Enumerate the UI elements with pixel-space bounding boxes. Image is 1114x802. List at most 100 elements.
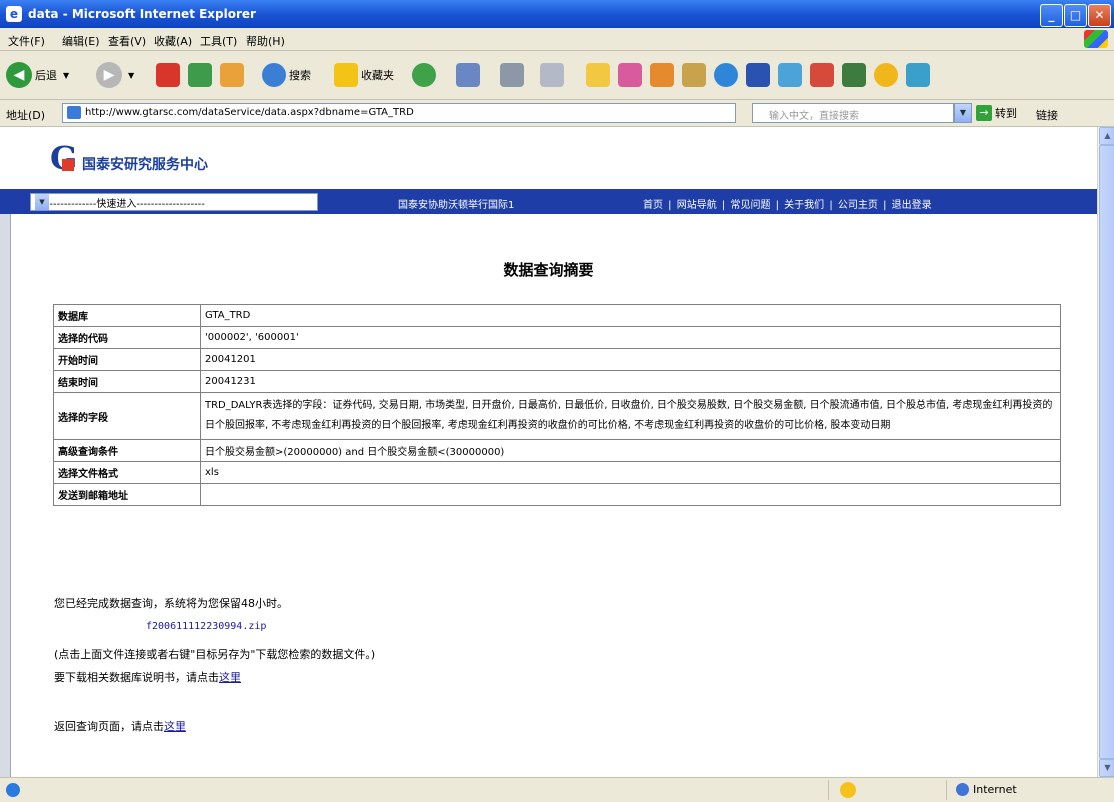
history-icon (412, 63, 436, 87)
scroll-down-icon[interactable]: ▼ (1099, 759, 1114, 777)
stop-button[interactable] (156, 59, 180, 91)
tool-button-6[interactable] (842, 59, 866, 91)
star-icon (334, 63, 358, 87)
table-row: 选择的字段 TRD_DALYR表选择的字段：证券代码, 交易日期, 市场类型, 日… (53, 392, 1061, 440)
close-button[interactable]: ✕ (1088, 4, 1111, 27)
mail-icon (456, 63, 480, 87)
left-frame-strip (0, 214, 11, 777)
table-row: 选择的代码 '000002', '600001' (53, 326, 1061, 349)
scroll-up-icon[interactable]: ▲ (1099, 127, 1114, 145)
toolbar-search-input[interactable]: 输入中文，直接搜索 (752, 103, 954, 123)
tool-icon (682, 63, 706, 87)
refresh-button[interactable] (188, 59, 212, 91)
quick-access-select[interactable]: -----------------快速进入-------------------… (30, 193, 318, 211)
completion-message: 您已经完成数据查询，系统将为您保留48小时。 (54, 597, 288, 610)
back-arrow-icon: ◀ (6, 62, 32, 88)
menu-tools[interactable]: 工具(T) (200, 33, 237, 49)
folder-icon (586, 63, 610, 87)
back-button[interactable]: ◀ 后退 ▼ (6, 59, 69, 91)
download-zip-link[interactable]: f2006111122309​94.zip (146, 621, 266, 632)
security-zone: Internet (956, 783, 1017, 796)
menu-view[interactable]: 查看(V) (108, 33, 146, 49)
home-button[interactable] (220, 59, 244, 91)
address-url: http://www.gtarsc.com/dataService/data.a… (85, 107, 414, 118)
status-divider (828, 780, 829, 800)
status-bar: Internet (0, 777, 1114, 802)
tool-icon (746, 63, 770, 87)
vertical-scrollbar[interactable]: ▲ ▼ (1097, 127, 1114, 777)
chevron-down-icon[interactable]: ▼ (954, 103, 972, 123)
tool-icon (714, 63, 738, 87)
title-bar: e data - Microsoft Internet Explorer _ □… (0, 0, 1114, 28)
table-row: 数据库 GTA_TRD (53, 304, 1061, 327)
windows-logo-icon (1084, 30, 1108, 48)
menu-edit[interactable]: 编辑(E) (62, 33, 100, 49)
maximize-button[interactable]: □ (1064, 4, 1087, 27)
back-line: 返回查询页面，请点击这里 (54, 720, 186, 733)
globe-icon (956, 783, 969, 796)
tool-button-3[interactable] (746, 59, 770, 91)
doc-here-link[interactable]: 这里 (219, 671, 241, 684)
qq-icon (650, 63, 674, 87)
chevron-down-icon: ▼ (128, 70, 135, 80)
download-hint: (点击上面文件连接或者右键"目标另存为"下载您检索的数据文件。) (54, 648, 376, 661)
edit-icon (540, 63, 564, 87)
refresh-icon (188, 63, 212, 87)
browser-window: e data - Microsoft Internet Explorer _ □… (0, 0, 1114, 802)
tool-button-1[interactable] (682, 59, 706, 91)
table-row: 开始时间 20041201 (53, 348, 1061, 371)
site-banner: G 国泰安研究服务中心 (0, 127, 1097, 189)
address-bar: 地址(D) http://www.gtarsc.com/dataService/… (0, 100, 1114, 127)
forward-button[interactable]: ▶ ▼ (96, 59, 134, 91)
scroll-thumb[interactable] (1099, 145, 1114, 759)
address-input[interactable]: http://www.gtarsc.com/dataService/data.a… (62, 103, 736, 123)
messenger-button[interactable] (618, 59, 642, 91)
page-content: G 国泰安研究服务中心 -----------------快速进入-------… (0, 127, 1097, 777)
logo-icon: G (50, 139, 78, 177)
home-icon (220, 63, 244, 87)
stop-icon (156, 63, 180, 87)
folder-button[interactable] (586, 59, 610, 91)
tool-icon (906, 63, 930, 87)
status-divider (946, 780, 947, 800)
back-here-link[interactable]: 这里 (164, 720, 186, 733)
address-label: 地址(D) (6, 109, 46, 122)
chevron-down-icon: ▼ (35, 194, 49, 210)
table-row: 高级查询条件 日个股交易金额>(20000000) and 日个股交易金额<(30… (53, 439, 1061, 462)
history-button[interactable] (412, 59, 436, 91)
doc-download-line: 要下载相关数据库说明书，请点击这里 (54, 671, 241, 684)
menu-help[interactable]: 帮助(H) (246, 33, 285, 49)
go-arrow-icon: → (976, 105, 992, 121)
qq-button[interactable] (650, 59, 674, 91)
search-button[interactable]: 搜索 (262, 59, 311, 91)
smiley-icon (874, 63, 898, 87)
tool-icon (778, 63, 802, 87)
nav-links[interactable]: 首页 | 网站导航 | 常见问题 | 关于我们 | 公司主页 | 退出登录 (643, 196, 932, 211)
logo-text: 国泰安研究服务中心 (82, 157, 208, 173)
promo-link[interactable]: 国泰安协助沃顿举行国际1 (398, 196, 514, 211)
toolbar: ◀ 后退 ▼ ▶ ▼ 搜索 收藏夹 (0, 51, 1114, 100)
tool-button-8[interactable] (906, 59, 930, 91)
go-button[interactable]: → 转到 (976, 104, 1017, 122)
tool-button-2[interactable] (714, 59, 738, 91)
favorites-button[interactable]: 收藏夹 (334, 59, 394, 91)
tool-button-7[interactable] (874, 59, 898, 91)
tool-button-4[interactable] (778, 59, 802, 91)
tool-button-5[interactable] (810, 59, 834, 91)
print-button[interactable] (500, 59, 524, 91)
print-icon (500, 63, 524, 87)
page-status-icon (6, 783, 20, 797)
table-row: 选择文件格式 xls (53, 461, 1061, 484)
warning-icon (840, 782, 856, 798)
tool-icon (810, 63, 834, 87)
edit-button[interactable] (540, 59, 564, 91)
ie-app-icon: e (6, 6, 22, 22)
page-icon (67, 106, 81, 119)
menu-favorites[interactable]: 收藏(A) (154, 33, 192, 49)
links-label[interactable]: 链接 (1036, 107, 1058, 123)
mail-button[interactable] (456, 59, 480, 91)
menu-file[interactable]: 文件(F) (8, 33, 45, 49)
menu-bar: 文件(F) 编辑(E) 查看(V) 收藏(A) 工具(T) 帮助(H) (0, 28, 1114, 51)
minimize-button[interactable]: _ (1040, 4, 1063, 27)
tool-icon (842, 63, 866, 87)
